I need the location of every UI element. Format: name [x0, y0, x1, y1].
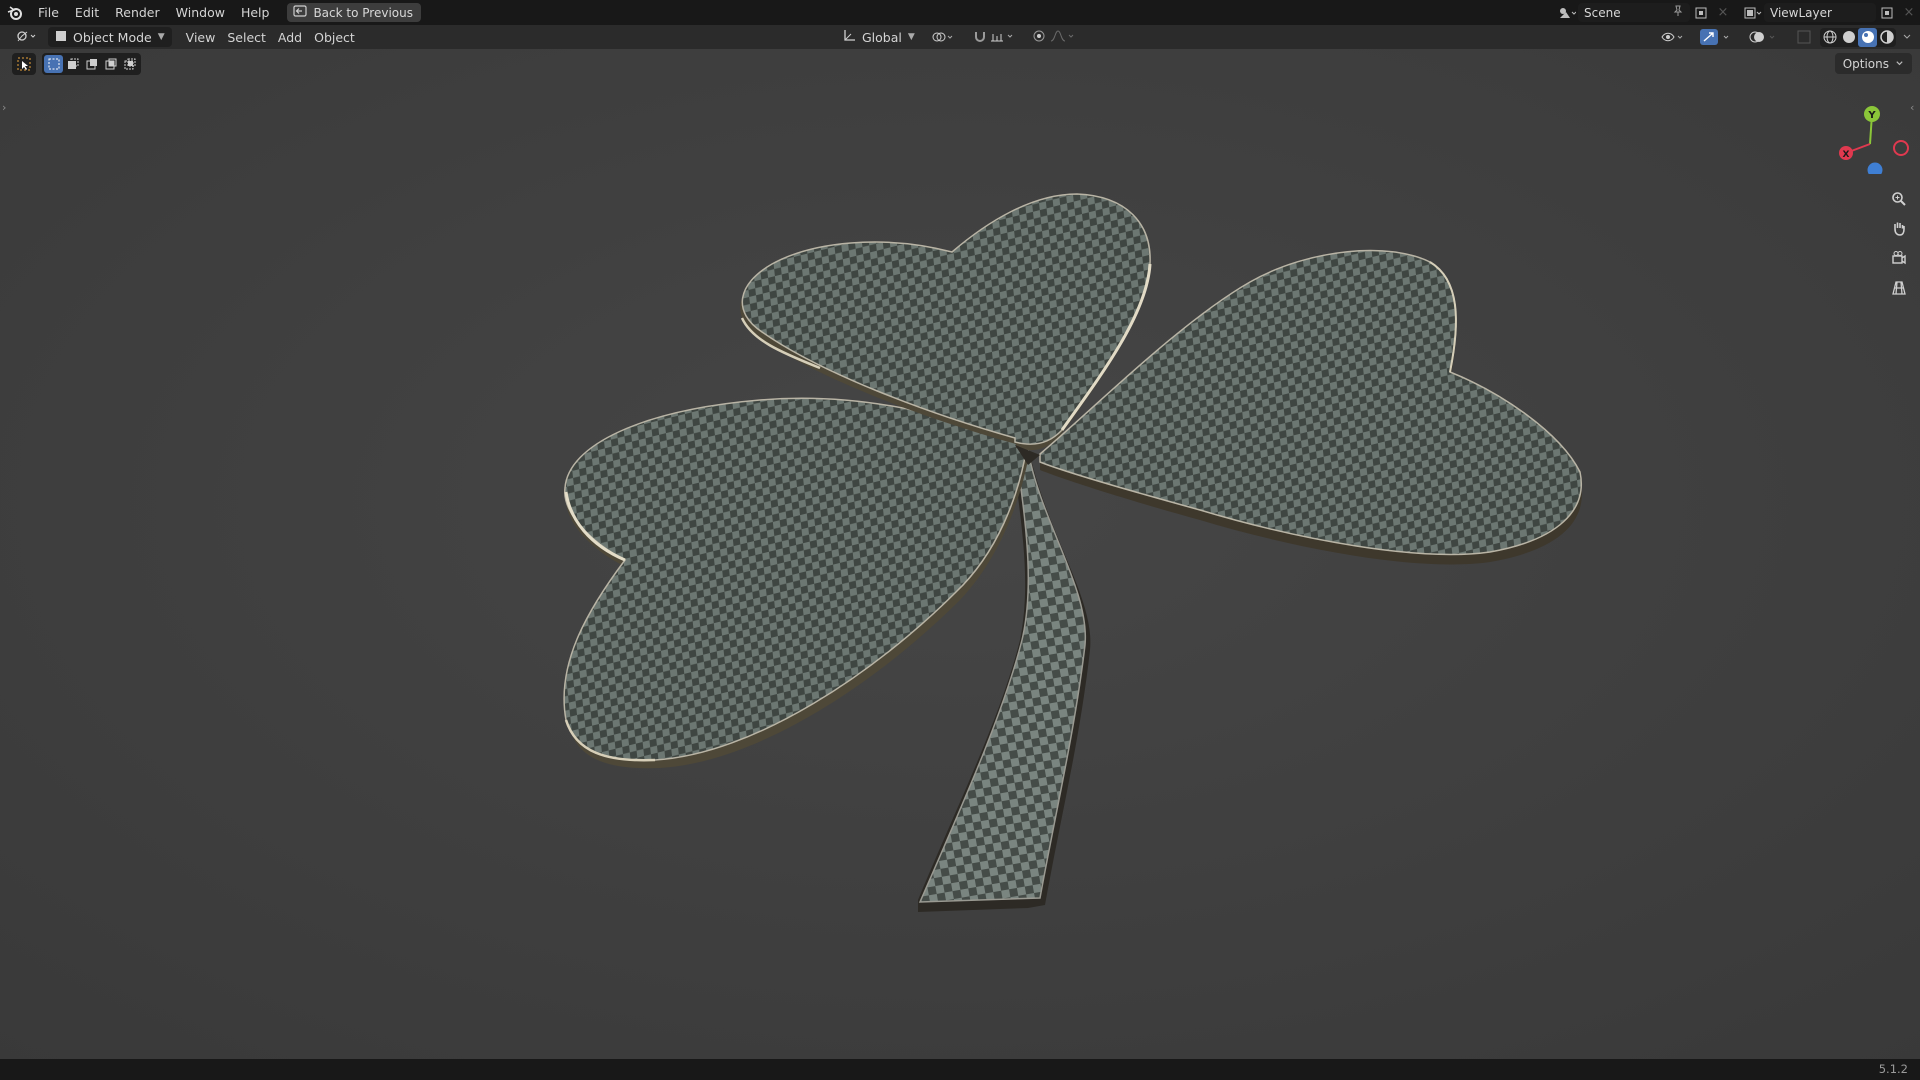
material-preview-shading-button[interactable] — [1858, 27, 1877, 47]
scene-name-field[interactable]: Scene — [1578, 3, 1690, 22]
top-menu-bar: File Edit Render Window Help Back to Pre… — [0, 0, 1920, 25]
select-intersect-button[interactable] — [120, 55, 139, 73]
editor-type-button[interactable] — [10, 27, 44, 47]
xray-toggle[interactable] — [1790, 27, 1818, 47]
options-label: Options — [1842, 56, 1889, 71]
object-mode-label: Object Mode — [73, 29, 152, 45]
transform-orientation-dropdown[interactable]: Global ▼ — [836, 27, 921, 47]
pivot-point-dropdown[interactable] — [925, 27, 963, 47]
proportional-icon — [1033, 29, 1077, 46]
shading-mode-group — [1820, 27, 1896, 47]
scene-name: Scene — [1584, 5, 1621, 20]
selection-mode-group — [42, 53, 141, 75]
gizmo-y-label: Y — [1867, 110, 1876, 121]
shamrock-model[interactable] — [0, 49, 1920, 1059]
menu-view[interactable]: View — [180, 27, 222, 47]
gizmo-z-ball[interactable] — [1867, 162, 1883, 178]
proportional-editing-toggle[interactable] — [1027, 27, 1083, 47]
transform-icon — [842, 29, 856, 46]
gizmo-neg-x-ball[interactable] — [1893, 140, 1909, 156]
menu-window[interactable]: Window — [168, 0, 233, 25]
options-dropdown[interactable]: Options — [1834, 53, 1912, 74]
view-layer-field[interactable]: ViewLayer — [1764, 3, 1876, 22]
zoom-icon[interactable] — [1886, 186, 1912, 212]
view-layer-selector-icon[interactable] — [1742, 3, 1764, 22]
select-extend-button[interactable] — [63, 55, 82, 73]
select-difference-button[interactable] — [101, 55, 120, 73]
menu-object[interactable]: Object — [308, 27, 361, 47]
3d-viewport[interactable]: › ‹ Y X — [0, 49, 1920, 1059]
select-new-button[interactable] — [44, 55, 63, 73]
snap-icon — [973, 29, 1017, 46]
editor-type-icon — [16, 29, 38, 46]
scene-selector-icon[interactable] — [1556, 3, 1578, 22]
menu-add[interactable]: Add — [272, 27, 308, 47]
object-visibility-dropdown[interactable] — [1654, 27, 1692, 47]
blender-logo-icon[interactable] — [0, 0, 30, 25]
status-bar: 5.1.2 — [0, 1059, 1920, 1080]
shading-options-dropdown[interactable] — [1898, 27, 1916, 47]
select-subtract-button[interactable] — [82, 55, 101, 73]
object-mode-icon — [55, 30, 67, 45]
back-to-previous-label: Back to Previous — [313, 5, 413, 20]
snap-toggle[interactable] — [967, 27, 1023, 47]
grid-view-icon[interactable] — [1886, 275, 1912, 301]
menu-file[interactable]: File — [30, 0, 67, 25]
select-tool-button[interactable] — [12, 53, 36, 75]
overlays-toggle[interactable] — [1742, 27, 1788, 47]
new-scene-icon[interactable] — [1690, 3, 1712, 22]
gizmo-toggle[interactable] — [1694, 27, 1740, 47]
menu-help[interactable]: Help — [233, 0, 278, 25]
navigation-gizmo[interactable]: Y X — [1830, 94, 1910, 178]
pan-hand-icon[interactable] — [1886, 215, 1912, 241]
chevron-down-icon: ▼ — [157, 32, 165, 42]
viewport-header: Object Mode ▼ View Select Add Object Glo… — [0, 25, 1920, 49]
solid-shading-button[interactable] — [1839, 28, 1858, 47]
tool-row — [12, 53, 141, 75]
new-view-layer-icon[interactable] — [1876, 3, 1898, 22]
camera-view-icon[interactable] — [1886, 245, 1912, 271]
delete-scene-icon[interactable]: × — [1712, 3, 1734, 22]
sidebar-expand-arrow[interactable]: ‹ — [1910, 101, 1918, 117]
transform-orientation-label: Global — [862, 29, 902, 45]
gizmo-x-label: X — [1843, 150, 1850, 160]
back-to-previous-button[interactable]: Back to Previous — [287, 3, 421, 22]
version-label: 5.1.2 — [1878, 1062, 1908, 1076]
menu-edit[interactable]: Edit — [67, 0, 107, 25]
chevron-down-icon: ▼ — [907, 32, 915, 42]
chevron-down-icon — [1895, 57, 1904, 71]
back-icon — [293, 5, 308, 20]
view-layer-name: ViewLayer — [1770, 5, 1832, 20]
menu-render[interactable]: Render — [107, 0, 168, 25]
wireframe-shading-button[interactable] — [1820, 28, 1839, 47]
object-mode-dropdown[interactable]: Object Mode ▼ — [48, 27, 172, 47]
pin-icon[interactable] — [1672, 5, 1684, 20]
toolbar-expand-arrow[interactable]: › — [2, 101, 10, 117]
menu-select[interactable]: Select — [221, 27, 272, 47]
rendered-shading-button[interactable] — [1877, 28, 1896, 47]
delete-view-layer-icon[interactable]: × — [1898, 3, 1920, 22]
